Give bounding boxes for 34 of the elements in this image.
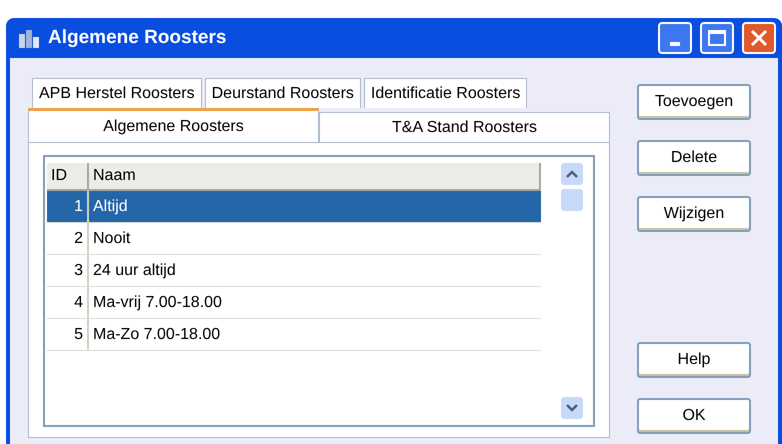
table-cell-text: Ma-Zo 7.00-18.00 xyxy=(92,324,222,344)
tab[interactable]: Algemene Roosters xyxy=(28,108,319,142)
dialog-button[interactable]: Delete xyxy=(637,140,751,176)
tab[interactable]: Identificatie Roosters xyxy=(364,78,528,108)
column-header[interactable]: ID xyxy=(47,163,89,189)
app-icon xyxy=(18,28,40,48)
table-cell-text: Nooit xyxy=(92,228,132,248)
dialog-button[interactable]: Toevoegen xyxy=(637,84,751,120)
scroll-thumb[interactable] xyxy=(561,189,583,211)
table-row[interactable]: 1 Altijd xyxy=(47,191,541,223)
table-cell: 5 xyxy=(47,319,89,350)
close-icon xyxy=(750,29,768,47)
tab[interactable]: APB Herstel Roosters xyxy=(32,78,202,108)
table-row[interactable]: 4 Ma-vrij 7.00-18.00 xyxy=(47,287,541,319)
chevron-down-icon xyxy=(566,404,578,412)
tab[interactable]: T&A Stand Roosters xyxy=(319,112,610,142)
table-cell-text: Altijd xyxy=(92,196,129,216)
table-cell-text: Ma-vrij 7.00-18.00 xyxy=(92,292,223,312)
table-row[interactable]: 3 24 uur altijd xyxy=(47,255,541,287)
table-row[interactable]: 5 Ma-Zo 7.00-18.00 xyxy=(47,319,541,351)
minimize-button[interactable] xyxy=(658,22,692,54)
close-button[interactable] xyxy=(742,22,776,54)
window-title: Algemene Roosters xyxy=(48,26,226,50)
dialog-button[interactable]: OK xyxy=(637,398,751,434)
scroll-down-button[interactable] xyxy=(561,397,583,419)
table-row[interactable]: 2 Nooit xyxy=(47,223,541,255)
dialog-button[interactable]: Help xyxy=(637,342,751,378)
dialog-button[interactable]: Wijzigen xyxy=(637,196,751,232)
column-header[interactable]: Naam xyxy=(89,163,541,189)
chevron-up-icon xyxy=(566,170,578,178)
table-cell-text: 24 uur altijd xyxy=(92,260,177,280)
scroll-up-button[interactable] xyxy=(561,163,583,185)
tab[interactable]: Deurstand Roosters xyxy=(204,78,361,108)
maximize-button[interactable] xyxy=(700,22,734,54)
